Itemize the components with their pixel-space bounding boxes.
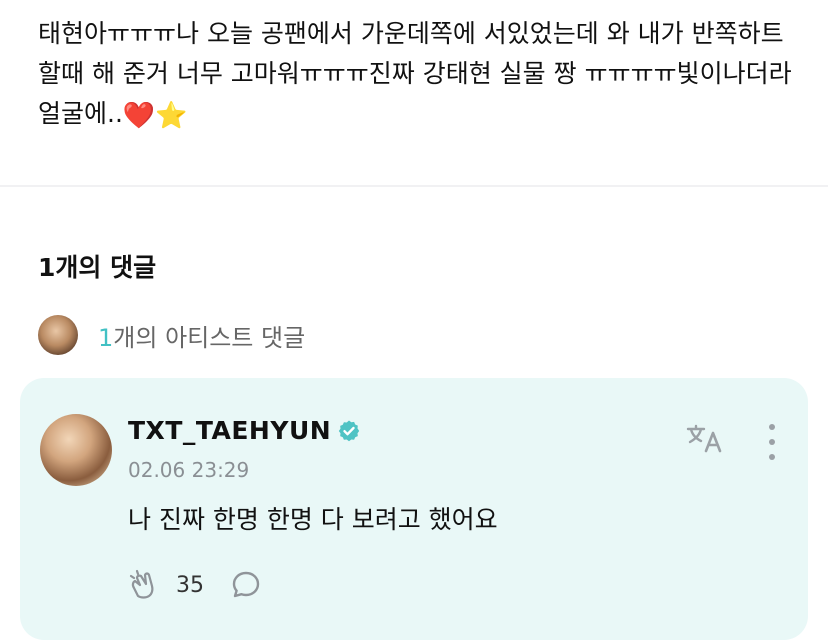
comment-actions: 35 — [128, 568, 262, 602]
comment-text: 나 진짜 한명 한명 다 보려고 했어요 — [128, 505, 498, 534]
author-avatar[interactable] — [40, 414, 112, 486]
verified-badge-icon — [338, 420, 360, 441]
more-dot — [769, 424, 775, 430]
more-vertical-icon[interactable] — [760, 422, 784, 462]
reply-bubble-icon[interactable] — [230, 569, 262, 601]
more-dot — [769, 439, 775, 445]
translate-glyph — [686, 424, 722, 453]
cheer-count: 35 — [176, 572, 204, 598]
post-body: 태현아ㅠㅠㅠ나 오늘 공팬에서 가운데쪽에 서있었는데 와 내가 반쪽하트 할때… — [38, 14, 808, 136]
artist-comments-label: 1개의 아티스트 댓글 — [98, 318, 305, 353]
artist-avatar-small — [38, 315, 78, 355]
comment-author: TXT_TAEHYUN — [128, 416, 361, 445]
artist-comments-text: 개의 아티스트 댓글 — [113, 323, 306, 352]
translate-icon[interactable] — [684, 422, 728, 456]
cheer-icon[interactable] — [128, 568, 162, 602]
more-dot — [769, 454, 775, 460]
star-emoji: ⭐ — [155, 101, 188, 131]
artist-comment-card: TXT_TAEHYUN 02.06 23:29 나 진짜 한명 한명 다 보려고… — [20, 378, 808, 640]
section-divider — [0, 185, 828, 187]
artist-comments-count: 1 — [98, 323, 114, 352]
heart-emoji: ❤️ — [122, 101, 156, 131]
comment-timestamp: 02.06 23:29 — [128, 458, 250, 482]
comments-count-heading: 1개의 댓글 — [38, 253, 157, 282]
author-name[interactable]: TXT_TAEHYUN — [128, 416, 331, 445]
artist-comments-summary[interactable]: 1개의 아티스트 댓글 — [38, 315, 305, 355]
